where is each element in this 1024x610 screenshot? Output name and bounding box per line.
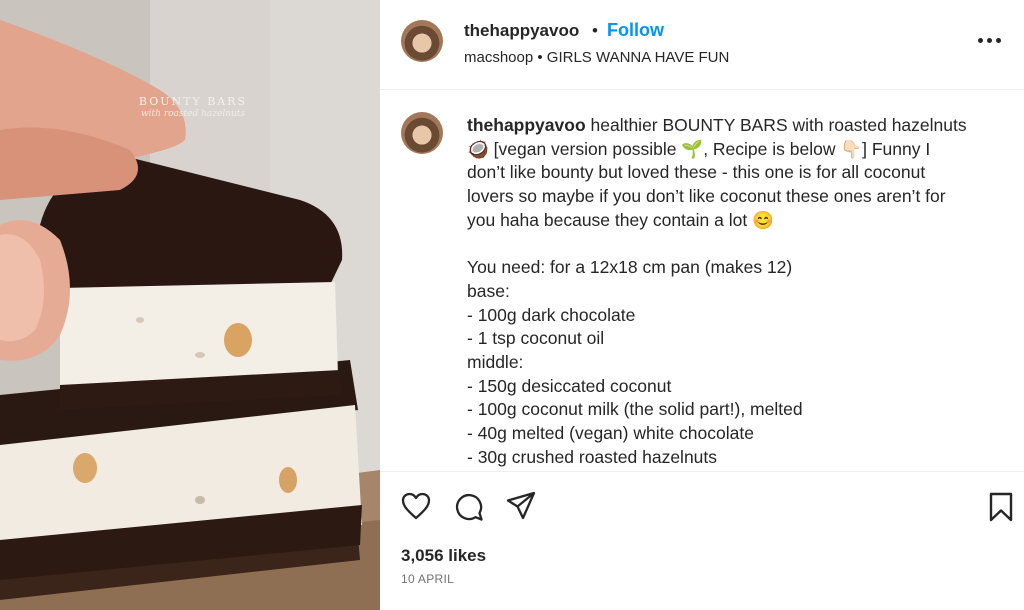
- post-photo: BOUNTY BARS with roasted hazelnuts: [0, 0, 380, 610]
- post-header: thehappyavoo • Follow macshoop • GIRLS W…: [380, 0, 1024, 90]
- bounty-bars-image: [0, 0, 380, 610]
- post-date[interactable]: 10 APRIL: [401, 572, 454, 586]
- heart-icon[interactable]: [401, 492, 431, 525]
- likes-count[interactable]: 3,056 likes: [401, 546, 486, 566]
- photo-overlay-title: BOUNTY BARS with roasted hazelnuts: [133, 95, 253, 119]
- avatar[interactable]: [401, 20, 443, 62]
- photo-title: BOUNTY BARS: [138, 95, 248, 108]
- more-options-icon[interactable]: [976, 30, 1010, 54]
- caption-text: thehappyavoo healthier BOUNTY BARS with …: [467, 114, 987, 470]
- audio-subline[interactable]: macshoop • GIRLS WANNA HAVE FUN: [464, 49, 729, 66]
- bookmark-icon[interactable]: [988, 492, 1014, 527]
- action-bar: 3,056 likes 10 APRIL: [380, 471, 1024, 610]
- caption-comment: thehappyavoo healthier BOUNTY BARS with …: [380, 91, 1024, 471]
- author-username[interactable]: thehappyavoo: [464, 21, 579, 41]
- photo-subtitle: with roasted hazelnuts: [140, 109, 246, 119]
- share-icon[interactable]: [506, 491, 536, 526]
- comment-icon[interactable]: [454, 492, 484, 527]
- caption-avatar[interactable]: [401, 112, 443, 154]
- separator-dot: •: [592, 21, 598, 40]
- caption-body: healthier BOUNTY BARS with roasted hazel…: [467, 115, 967, 467]
- follow-button[interactable]: Follow: [607, 20, 664, 41]
- caption-username[interactable]: thehappyavoo: [467, 115, 586, 135]
- post-panel: thehappyavoo • Follow macshoop • GIRLS W…: [380, 0, 1024, 610]
